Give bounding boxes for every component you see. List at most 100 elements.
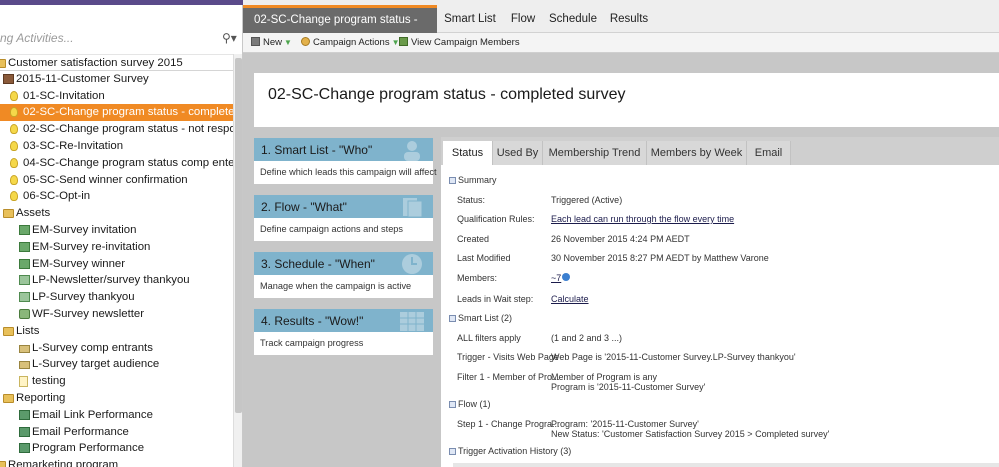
tree-item-label: Email Link Performance [32,408,153,421]
smart-list-section-header[interactable]: Smart List (2) [449,313,512,323]
tab-email[interactable]: Email [747,141,791,165]
search-input[interactable] [0,27,215,49]
step-schedule[interactable]: 3. Schedule - "When" Manage when the cam… [254,252,433,299]
campaign-header: 02-SC-Change program status - completed … [254,73,999,127]
leads-in-wait-label: Leads in Wait step: [457,294,534,304]
tree-item[interactable]: L-Survey target audience [0,356,233,373]
tree-item-label: LP-Survey thankyou [32,291,135,304]
tree-item[interactable]: Lists [0,323,233,340]
tab-schedule[interactable]: Schedule [545,5,601,33]
last-modified-value: 30 November 2015 8:27 PM AEDT by Matthew… [551,253,769,263]
smart-list-heading: Smart List (2) [458,313,513,323]
filter-icon[interactable]: ⚲▾ [222,31,237,45]
new-button[interactable]: New ▼ [251,33,292,53]
members-label: Members: [457,273,498,283]
tree-item[interactable]: Remarketing program [0,457,233,467]
main-tabbar: 02-SC-Change program status - complet...… [243,0,999,51]
tree-scrollbar[interactable] [233,54,242,467]
calculate-link[interactable]: Calculate [551,294,589,304]
filters-label: ALL filters apply [457,333,521,343]
tab-membership-trend[interactable]: Membership Trend [543,141,647,165]
folder-icon [3,209,14,219]
tab-results[interactable]: Results [605,5,653,33]
flow-step1-label: Step 1 - Change Progra... [457,419,560,429]
people-icon [404,141,420,161]
tab-smart-list[interactable]: Smart List [439,5,501,33]
folder-icon [0,59,6,68]
step-smart-list[interactable]: 1. Smart List - "Who" Define which leads… [254,138,437,185]
step-title: 3. Schedule - "When" [261,257,375,271]
list-icon [19,344,30,353]
tree-item[interactable]: Customer satisfaction survey 2015 [0,54,233,71]
tree-item[interactable]: LP-Survey thankyou [0,289,233,306]
toolbar: New ▼ Campaign Actions ▼ View Campaign Mem… [243,33,999,53]
details-tabbar: Status Used By Membership Trend Members … [441,137,999,165]
tree-item-label: EM-Survey winner [32,257,126,270]
status-label: Status: [457,195,486,205]
tree-item[interactable]: Program Performance [0,440,233,457]
tab-campaign[interactable]: 02-SC-Change program status - complet... [243,5,437,51]
tree-item-label: LP-Newsletter/survey thankyou [32,274,190,287]
collapse-icon [449,401,456,408]
tree-item[interactable]: LP-Newsletter/survey thankyou [0,272,233,289]
tab-flow[interactable]: Flow [501,5,545,33]
campaign-actions-label: Campaign Actions [313,37,390,48]
report-icon [19,443,30,454]
tree-item[interactable]: 06-SC-Opt-in [0,188,233,205]
tree-item[interactable]: 02-SC-Change program status - not respon… [0,121,242,138]
form-icon [19,308,30,319]
tree-item[interactable]: testing [0,373,233,390]
tree-item[interactable]: EM-Survey re-invitation [0,239,233,256]
step-results[interactable]: 4. Results - "Wow!" Track campaign progr… [254,309,433,356]
step-results-desc: Track campaign progress [254,332,433,355]
tree-item[interactable]: WF-Survey newsletter [0,306,233,323]
members-link[interactable]: ~7 [551,273,571,283]
step-flow-desc: Define campaign actions and steps [254,218,433,241]
tab-members-by-week[interactable]: Members by Week [647,141,747,165]
left-navigation-panel: ⚲▾ Customer satisfaction survey 2015 2015… [0,5,243,467]
campaign-actions-button[interactable]: Campaign Actions ▼ [301,33,400,53]
tree-item-label: testing [32,375,66,388]
campaign-icon [10,174,18,185]
tree-item[interactable]: EM-Survey invitation [0,222,233,239]
clock-icon [402,254,422,274]
trigger-history-section-header[interactable]: Trigger Activation History (3) [449,446,571,456]
tree-item[interactable]: 04-SC-Change program status comp entered [0,155,242,172]
filter1-label: Filter 1 - Member of Pro... [457,372,560,382]
tree-item[interactable]: L-Survey comp entrants [0,340,233,357]
tree-item-label: Lists [16,324,40,337]
tree-item[interactable]: Reporting [0,390,233,407]
step-flow[interactable]: 2. Flow - "What" Define campaign actions… [254,195,433,242]
email-icon [19,258,30,269]
tree-item[interactable]: 01-SC-Invitation [0,88,233,105]
tab-used-by[interactable]: Used By [493,141,543,165]
tree-item-label: L-Survey comp entrants [32,341,153,354]
page-title: 02-SC-Change program status - completed … [268,86,626,103]
tree-item-label: L-Survey target audience [32,358,160,371]
tree-item[interactable]: 02-SC-Change program status - completed … [0,104,242,122]
collapse-icon [449,315,456,322]
members-icon [399,37,408,46]
tree-item[interactable]: 05-SC-Send winner confirmation [0,172,233,189]
program-icon [3,73,14,84]
tree-item[interactable]: 03-SC-Re-Invitation [0,138,233,155]
qualification-rules-link[interactable]: Each lead can run through the flow every… [551,214,734,224]
view-campaign-members-button[interactable]: View Campaign Members [399,33,520,53]
tree-item-label: Remarketing program [8,459,119,467]
scrollbar-thumb[interactable] [235,58,242,413]
campaign-icon [10,90,18,101]
flow-section-header[interactable]: Flow (1) [449,399,491,409]
tree-item-label: 02-SC-Change program status - not respon… [23,123,243,136]
tree-item-label: Customer satisfaction survey 2015 [8,57,183,69]
tree-item[interactable]: 2015-11-Customer Survey [0,71,233,88]
trigger-label: Trigger - Visits Web Page [457,352,559,362]
tab-status[interactable]: Status [443,141,493,165]
list-icon [19,361,30,370]
trigger-history-heading: Trigger Activation History (3) [458,446,572,456]
tree-item[interactable]: Assets [0,205,233,222]
tree-item[interactable]: Email Performance [0,424,233,441]
summary-section-header[interactable]: Summary [449,175,497,185]
tree-item[interactable]: EM-Survey winner [0,256,233,273]
tree-item[interactable]: Email Link Performance [0,407,233,424]
campaign-icon [10,124,18,135]
